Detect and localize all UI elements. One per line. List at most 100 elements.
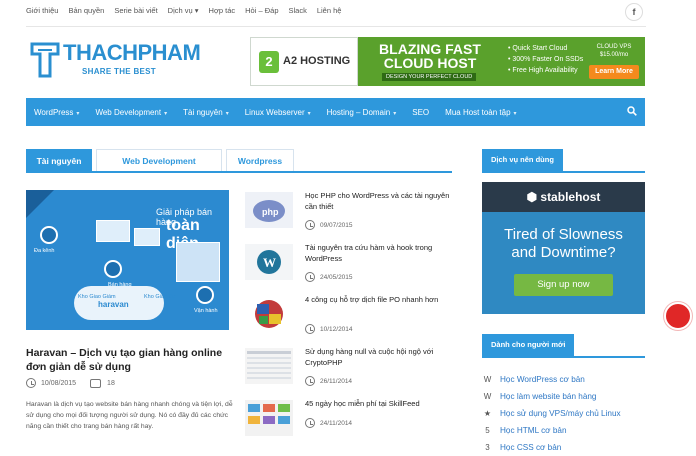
search-icon[interactable] [627, 106, 637, 116]
image-label: Kho Giao Giám [78, 294, 116, 300]
banner-price: CLOUD VPS $15.00/mo [590, 43, 638, 59]
sidebar-link-label: Học làm website bán hàng [500, 392, 597, 401]
post-meta: 24/05/2015 [305, 272, 353, 282]
nav-item-label: Web Development [95, 107, 162, 117]
sidebar-heading: Dịch vụ nên dùng [482, 149, 645, 173]
post-title[interactable]: 45 ngày học miễn phí tại SkillFeed [305, 398, 455, 409]
sidebar-link[interactable]: W Học làm website bán hàng [482, 388, 621, 405]
banner-price-value: $15.00/mo [599, 52, 629, 58]
banner-feature: • 300% Faster On SSDs [508, 56, 584, 63]
hub-icon [104, 260, 122, 278]
list-item[interactable]: W Tài nguyên tra cứu hàm và hook trong W… [245, 242, 455, 286]
wordpress-logo-icon: W [245, 244, 293, 280]
banner-brand-name: A2 HOSTING [283, 55, 351, 67]
post-date: 10/08/2015 [41, 379, 77, 387]
divider [26, 26, 646, 27]
clock-icon [305, 324, 315, 334]
top-link-about[interactable]: Giới thiệu [26, 6, 58, 15]
sidebar-heading: Dành cho người mới [482, 334, 645, 358]
top-links: Giới thiệu Bản quyền Serie bài viết Dịch… [26, 6, 351, 15]
ad-line: Tired of Slowness [504, 226, 623, 243]
post-meta: 26/11/2014 [305, 376, 352, 386]
banner-headline-2: CLOUD HOST [383, 55, 477, 71]
ad-line: and Downtime? [511, 244, 616, 261]
list-item[interactable]: 45 ngày học miễn phí tại SkillFeed 24/11… [245, 398, 455, 442]
banner-price-label: CLOUD VPS [596, 44, 632, 50]
featured-post-meta: 10/08/2015 18 [26, 378, 115, 388]
sidebar-link[interactable]: 3 Học CSS cơ bản [482, 439, 621, 456]
chevron-down-icon: ▾ [225, 110, 229, 117]
featured-post-image[interactable]: Giải pháp bán hàng toàn diện Đa kênh Bán… [26, 190, 229, 330]
post-meta: 10/12/2014 [305, 324, 353, 334]
top-link-slack[interactable]: Slack [289, 6, 307, 15]
banner-feature: • Quick Start Cloud [508, 45, 568, 52]
facebook-icon[interactable]: f [625, 3, 643, 21]
post-date: 26/11/2014 [320, 377, 353, 385]
sidebar-link[interactable]: ★ Học sử dụng VPS/máy chủ Linux [482, 405, 621, 422]
banner-feature: • Free High Availability [508, 67, 578, 74]
post-date: 10/12/2014 [320, 325, 353, 333]
featured-post-title[interactable]: Haravan – Dịch vụ tạo gian hàng online đ… [26, 346, 236, 374]
list-item[interactable]: 4 công cụ hỗ trợ dịch file PO nhanh hơn … [245, 294, 455, 338]
top-link-qa[interactable]: Hỏi – Đáp [245, 6, 278, 15]
post-title[interactable]: 4 công cụ hỗ trợ dịch file PO nhanh hơn [305, 294, 455, 305]
wordpress-icon: W [483, 392, 492, 401]
notification-bell-icon[interactable] [664, 302, 692, 330]
site-logo[interactable]: THACHPHAM SHARE THE BEST [30, 40, 201, 80]
banner-brand: 2 A2 HOSTING [250, 37, 358, 86]
top-link-cooperation[interactable]: Hợp tác [209, 6, 236, 15]
sidebar-link[interactable]: 5 Học HTML cơ bản [482, 422, 621, 439]
nav-item-hosting-domain[interactable]: Hosting – Domain ▾ [319, 108, 405, 117]
image-cloud-text: haravan [98, 300, 129, 309]
sidebar-ad[interactable]: ⬢ stablehost Tired of Slowness and Downt… [482, 182, 645, 314]
image-label: Đa kênh [34, 248, 55, 254]
nav-item-label: SEO [412, 107, 430, 117]
main-nav: WordPress ▾ Web Development ▾ Tài nguyên ▾ … [26, 98, 645, 126]
ad-signup-button[interactable]: Sign up now [514, 274, 613, 296]
nav-item-label: Tài nguyên [183, 107, 223, 117]
clock-icon [26, 378, 36, 388]
svg-text:W: W [263, 255, 276, 270]
tab-web-development[interactable]: Web Development [96, 149, 222, 171]
sidebar-heading-label: Dành cho người mới [482, 334, 575, 356]
a2-logo-icon: 2 [259, 51, 279, 73]
banner-learn-more-button[interactable]: Learn More [589, 65, 639, 79]
screen-graphic [176, 242, 220, 282]
post-title[interactable]: Học PHP cho WordPress và các tài nguyên … [305, 190, 455, 212]
nav-item-resources[interactable]: Tài nguyên ▾ [175, 108, 237, 117]
chevron-down-icon: ▾ [164, 110, 168, 117]
post-date: 24/11/2014 [320, 419, 353, 427]
comment-icon [90, 378, 102, 388]
list-item[interactable]: php Học PHP cho WordPress và các tài ngu… [245, 190, 455, 234]
top-link-contact[interactable]: Liên hệ [317, 6, 342, 15]
sidebar-heading-label: Dịch vụ nên dùng [482, 149, 563, 171]
list-item[interactable]: Sử dụng hàng null và cuộc hội ngộ với Cr… [245, 346, 455, 390]
tab-wordpress[interactable]: Wordpress [226, 149, 294, 171]
top-link-series[interactable]: Serie bài viết [114, 6, 157, 15]
post-date: 09/07/2015 [320, 221, 353, 229]
nav-item-linux-webserver[interactable]: Linux Webserver ▾ [237, 108, 319, 117]
image-label: Kho Giao Cơ [144, 294, 177, 300]
chevron-down-icon: ▾ [513, 110, 517, 117]
post-title[interactable]: Tài nguyên tra cứu hàm và hook trong Wor… [305, 242, 455, 264]
header-ad-banner[interactable]: 2 A2 HOSTING BLAZING FAST CLOUD HOST DES… [250, 37, 645, 86]
featured-post-excerpt: Haravan là dịch vụ tạo website bán hàng … [26, 401, 233, 430]
top-bar: Giới thiệu Bản quyền Serie bài viết Dịch… [0, 0, 696, 24]
comment-count[interactable]: 18 [107, 380, 115, 387]
hub-icon [40, 226, 58, 244]
tab-resources[interactable]: Tài nguyên [26, 149, 92, 171]
top-link-copyright[interactable]: Bản quyền [68, 6, 104, 15]
sidebar-link[interactable]: W Học WordPress cơ bản [482, 371, 621, 388]
post-title[interactable]: Sử dụng hàng null và cuộc hội ngộ với Cr… [305, 346, 455, 368]
css3-icon: 3 [485, 443, 490, 452]
ad-brand: ⬢ stablehost [482, 182, 645, 212]
screen-graphic [96, 220, 130, 242]
nav-item-web-development[interactable]: Web Development ▾ [87, 108, 175, 117]
flags-globe-icon [245, 296, 293, 332]
nav-item-wordpress[interactable]: WordPress ▾ [26, 108, 87, 117]
sidebar-link-label: Học HTML cơ bản [500, 426, 567, 435]
logo-name: THACHPHAM [63, 40, 201, 65]
nav-item-buy-host[interactable]: Mua Host toàn tập ▾ [437, 108, 524, 117]
top-link-services[interactable]: Dịch vụ ▾ [168, 6, 199, 15]
nav-item-seo[interactable]: SEO [404, 108, 437, 117]
